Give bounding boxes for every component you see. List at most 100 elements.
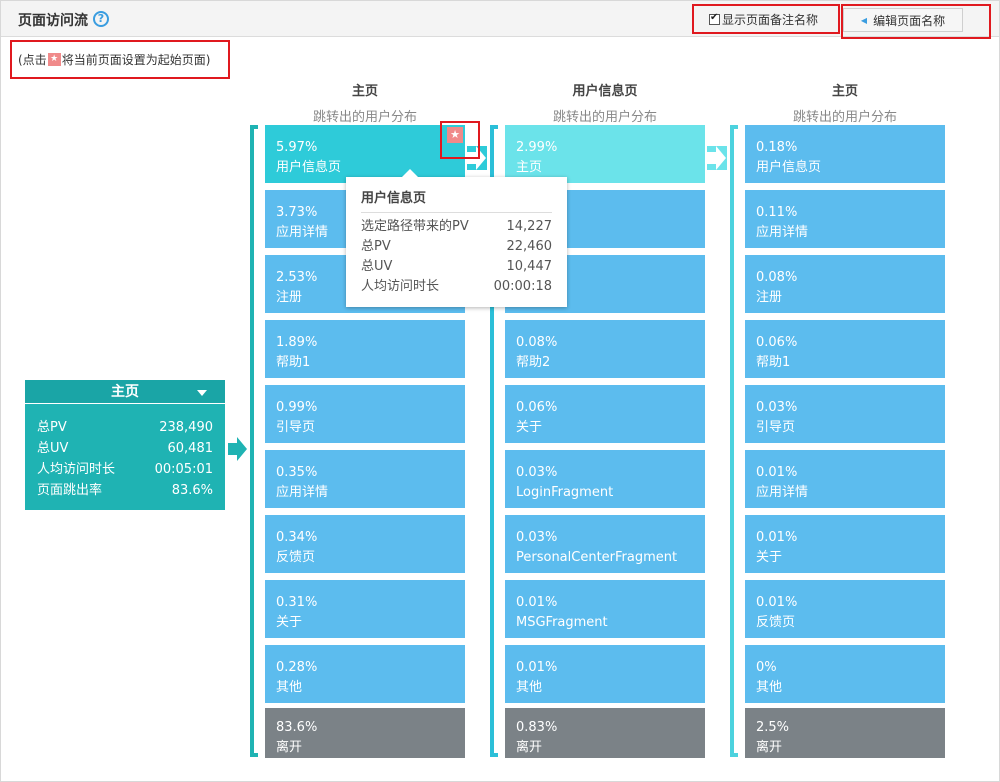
cell-page-name: 离开 bbox=[756, 740, 783, 755]
flow-cell[interactable]: 0.01% 应用详情 bbox=[745, 450, 945, 508]
flow-cell[interactable]: 0.99% 引导页 bbox=[265, 385, 465, 443]
cell-page-name: 反馈页 bbox=[756, 615, 796, 630]
cell-percent: 0.08% bbox=[516, 335, 558, 350]
tooltip-row: 总UV 10,447 bbox=[361, 259, 552, 274]
cell-percent: 5.97% bbox=[276, 140, 318, 155]
source-stat-row: 页面跳出率 83.6% bbox=[37, 483, 213, 498]
flow-cell[interactable]: 0.18% 用户信息页 bbox=[745, 125, 945, 183]
highlight-box-star bbox=[440, 121, 480, 159]
cell-page-name: MSGFragment bbox=[516, 615, 608, 630]
column-title: 主页 bbox=[351, 84, 378, 99]
cell-page-name: 引导页 bbox=[756, 420, 796, 435]
cell-page-name: 关于 bbox=[276, 615, 303, 630]
cell-page-name: 引导页 bbox=[276, 420, 316, 435]
cell-percent: 0.28% bbox=[276, 660, 318, 675]
flow-cell[interactable]: 5.97% 用户信息页 bbox=[265, 125, 465, 183]
flow-cell[interactable]: 0.06% 帮助1 bbox=[745, 320, 945, 378]
cell-page-name: 应用详情 bbox=[756, 485, 809, 500]
flow-cell[interactable]: 2.99% 主页 bbox=[505, 125, 705, 183]
flow-cell[interactable]: 0.01% 其他 bbox=[505, 645, 705, 703]
flow-cell[interactable]: 0.03% PersonalCenterFragment bbox=[505, 515, 705, 573]
cell-percent: 0.03% bbox=[756, 400, 798, 415]
cell-percent: 0.01% bbox=[756, 595, 798, 610]
flow-cell[interactable]: 0% 其他 bbox=[745, 645, 945, 703]
flow-cell[interactable]: 0.01% MSGFragment bbox=[505, 580, 705, 638]
cell-percent: 0.01% bbox=[756, 530, 798, 545]
tooltip-row: 总PV 22,460 bbox=[361, 239, 552, 254]
cell-percent: 2.5% bbox=[756, 720, 790, 735]
flow-cell[interactable]: 0.01% 反馈页 bbox=[745, 580, 945, 638]
cell-page-name: 帮助1 bbox=[756, 355, 791, 370]
cell-page-name: 其他 bbox=[276, 680, 303, 695]
cell-percent: 0% bbox=[756, 660, 777, 675]
cell-percent: 0.08% bbox=[756, 270, 798, 285]
tooltip-row: 选定路径带来的PV 14,227 bbox=[361, 219, 552, 234]
source-stat-row: 总UV 60,481 bbox=[37, 441, 213, 456]
flow-arrow-icon bbox=[707, 146, 727, 170]
cell-page-name: 其他 bbox=[516, 680, 543, 695]
flow-cell[interactable]: 0.34% 反馈页 bbox=[265, 515, 465, 573]
cell-page-name: PersonalCenterFragment bbox=[516, 550, 678, 565]
cell-page-name: 主页 bbox=[516, 160, 543, 175]
column-title: 用户信息页 bbox=[572, 84, 638, 99]
source-page-box[interactable]: 主页 总PV 238,490 总UV 60,481 人均访问时长 00:05:01 页… bbox=[25, 380, 225, 510]
cell-percent: 0.03% bbox=[516, 465, 558, 480]
page-tooltip: 用户信息页 选定路径带来的PV 14,227 总PV 22,460 总UV 10,44… bbox=[346, 169, 567, 307]
cell-percent: 0.01% bbox=[516, 660, 558, 675]
cell-percent: 0.99% bbox=[276, 400, 318, 415]
flow-cell[interactable]: 0.03% LoginFragment bbox=[505, 450, 705, 508]
cell-page-name: LoginFragment bbox=[516, 485, 614, 500]
cell-percent: 0.18% bbox=[756, 140, 798, 155]
tooltip-title: 用户信息页 bbox=[361, 187, 552, 213]
flow-arrow-icon bbox=[228, 437, 247, 461]
flow-cell[interactable]: 0.11% 应用详情 bbox=[745, 190, 945, 248]
cell-page-name: 关于 bbox=[756, 550, 783, 565]
column-bracket bbox=[730, 125, 738, 757]
flow-cell[interactable]: 2.5% 离开 bbox=[745, 708, 945, 758]
cell-page-name: 帮助2 bbox=[516, 355, 551, 370]
caret-down-icon[interactable] bbox=[197, 390, 207, 396]
flow-cell[interactable]: 0.31% 关于 bbox=[265, 580, 465, 638]
flow-cell[interactable]: 0.08% 注册 bbox=[745, 255, 945, 313]
flow-cell[interactable]: 0.01% 关于 bbox=[745, 515, 945, 573]
cell-page-name: 应用详情 bbox=[756, 225, 809, 240]
source-stat-row: 人均访问时长 00:05:01 bbox=[37, 462, 213, 477]
highlight-box-hint bbox=[10, 40, 230, 79]
flow-cell[interactable]: 0.83% 离开 bbox=[505, 708, 705, 758]
source-stat-row: 总PV 238,490 bbox=[37, 420, 213, 435]
column-subtitle: 跳转出的用户分布 bbox=[312, 110, 417, 125]
cell-percent: 0.06% bbox=[516, 400, 558, 415]
flow-cell[interactable]: 0.08% 帮助2 bbox=[505, 320, 705, 378]
highlight-box-edit-button bbox=[841, 4, 991, 39]
tooltip-row: 人均访问时长 00:00:18 bbox=[361, 279, 552, 294]
help-icon[interactable]: ? bbox=[93, 11, 109, 27]
cell-percent: 0.31% bbox=[276, 595, 318, 610]
source-page-name: 主页 bbox=[111, 384, 139, 400]
highlight-box-show-note bbox=[692, 4, 840, 34]
source-page-header[interactable]: 主页 bbox=[25, 380, 225, 404]
cell-percent: 2.99% bbox=[516, 140, 558, 155]
flow-cell[interactable]: 83.6% 离开 bbox=[265, 708, 465, 758]
cell-percent: 0.11% bbox=[756, 205, 798, 220]
cell-page-name: 帮助1 bbox=[276, 355, 311, 370]
cell-page-name: 离开 bbox=[276, 740, 303, 755]
flow-cell[interactable]: 0.03% 引导页 bbox=[745, 385, 945, 443]
page-title: 页面访问流 bbox=[18, 13, 88, 29]
cell-page-name: 反馈页 bbox=[276, 550, 316, 565]
cell-percent: 0.01% bbox=[756, 465, 798, 480]
cell-page-name: 离开 bbox=[516, 740, 543, 755]
cell-percent: 83.6% bbox=[276, 720, 318, 735]
flow-cell[interactable]: 1.89% 帮助1 bbox=[265, 320, 465, 378]
column-subtitle: 跳转出的用户分布 bbox=[552, 110, 657, 125]
cell-page-name: 用户信息页 bbox=[756, 160, 822, 175]
cell-percent: 0.83% bbox=[516, 720, 558, 735]
cell-percent: 0.03% bbox=[516, 530, 558, 545]
cell-percent: 1.89% bbox=[276, 335, 318, 350]
cell-percent: 0.35% bbox=[276, 465, 318, 480]
flow-cell[interactable]: 0.28% 其他 bbox=[265, 645, 465, 703]
cell-page-name: 关于 bbox=[516, 420, 543, 435]
cell-percent: 0.06% bbox=[756, 335, 798, 350]
flow-cell[interactable]: 0.06% 关于 bbox=[505, 385, 705, 443]
flow-cell[interactable]: 0.35% 应用详情 bbox=[265, 450, 465, 508]
column-title: 主页 bbox=[831, 84, 858, 99]
